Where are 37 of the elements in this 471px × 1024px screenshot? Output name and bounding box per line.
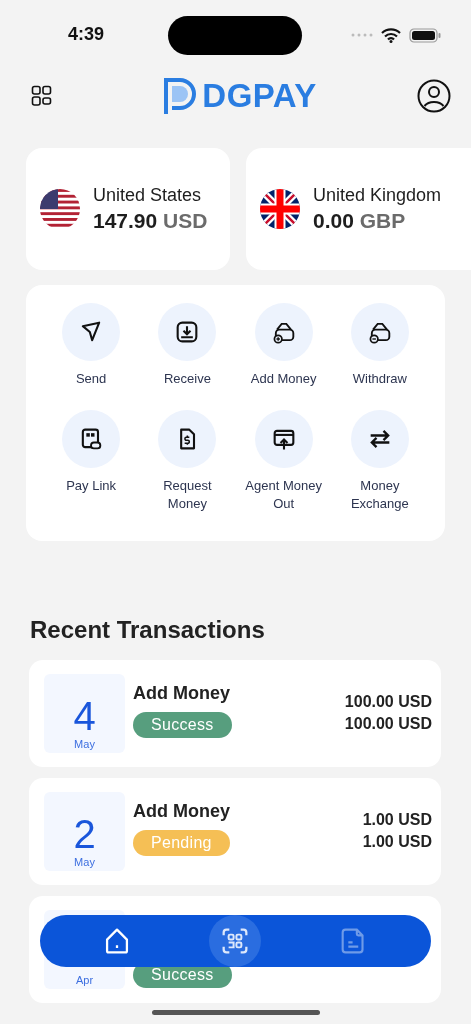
- transaction-amount: 100.00 USD: [344, 715, 432, 733]
- action-button[interactable]: Money Exchange: [331, 410, 428, 513]
- transaction-card[interactable]: 4 May Add Money Success 100.00 USD 100.00 USD: [29, 660, 441, 767]
- action-button[interactable]: Request Money: [139, 410, 236, 513]
- wifi-icon: [381, 27, 401, 43]
- balance-amount: 0.00 GBP: [313, 209, 407, 233]
- flag-icon: [40, 189, 80, 229]
- action-button[interactable]: Receive: [139, 303, 236, 388]
- transaction-title: Add Money: [133, 683, 230, 704]
- transaction-amount: 1.00 USD: [362, 833, 432, 851]
- flag-icon: [260, 189, 300, 229]
- balance-card[interactable]: United Kingdom 0.00 GBP: [246, 148, 471, 270]
- balance-amount: 147.90 USD: [93, 209, 208, 233]
- country-name: United States: [93, 185, 203, 206]
- transaction-title: Add Money: [133, 801, 230, 822]
- clock-time: 4:39: [68, 24, 106, 46]
- action-button[interactable]: Send: [43, 303, 140, 388]
- action-button[interactable]: Withdraw: [331, 303, 428, 388]
- status-badge: Pending: [133, 830, 230, 856]
- status-badge: Success: [133, 712, 232, 738]
- action-button[interactable]: Agent Money Out: [235, 410, 332, 513]
- transaction-card[interactable]: 2 May Add Money Pending 1.00 USD 1.00 USD: [29, 778, 441, 885]
- menu-icon[interactable]: [31, 85, 53, 107]
- signal-icon: [351, 33, 373, 37]
- transaction-amount: 100.00 USD: [344, 693, 432, 711]
- scan-tab[interactable]: [209, 915, 262, 967]
- section-title: Recent Transactions: [30, 616, 266, 644]
- action-button[interactable]: Add Money: [235, 303, 332, 388]
- battery-icon: [409, 27, 441, 43]
- country-name: United Kingdom: [313, 185, 442, 206]
- brand-name: DGPAY: [202, 77, 317, 115]
- action-button[interactable]: Pay Link: [43, 410, 140, 513]
- date-tile: 2 May: [44, 792, 125, 871]
- balance-card[interactable]: United States 147.90 USD: [26, 148, 230, 270]
- transaction-amount: 1.00 USD: [362, 811, 432, 829]
- profile-icon[interactable]: [417, 79, 451, 113]
- date-tile: 4 May: [44, 674, 125, 753]
